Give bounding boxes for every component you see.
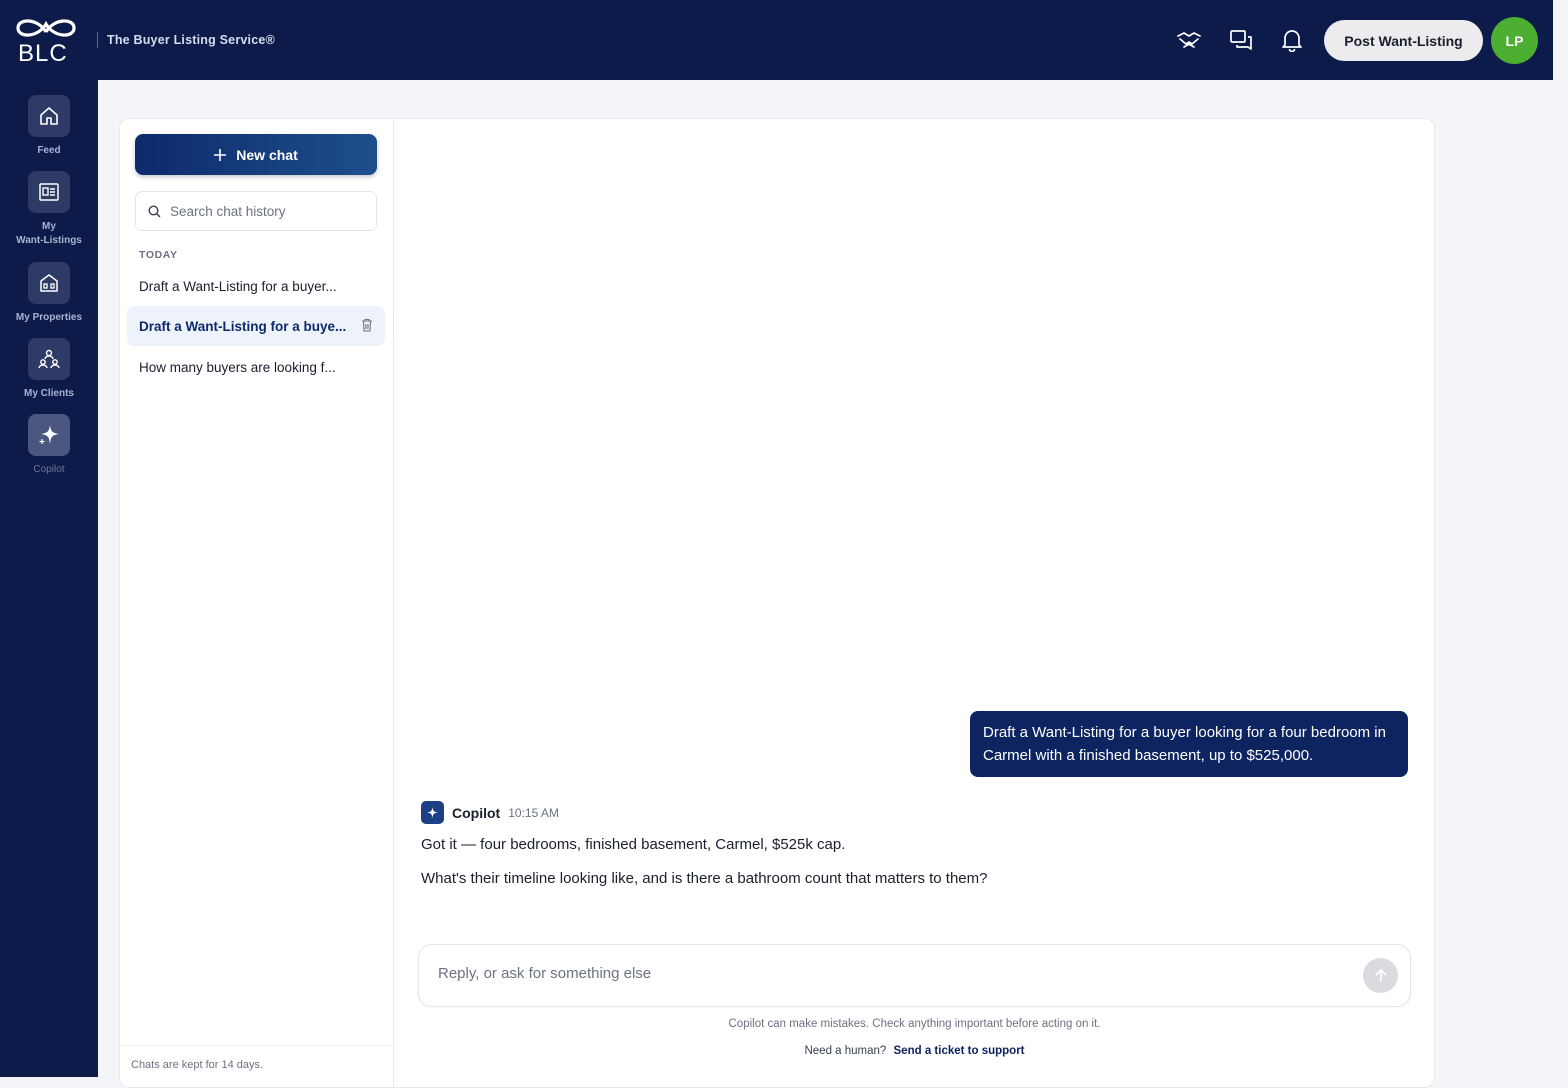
new-chat-label: New chat [236,146,298,163]
user-message-bubble: Draft a Want-Listing for a buyer looking… [970,711,1408,777]
nav-label: My Clients [23,388,74,399]
nav-my-want-listings[interactable]: My Want-Listings [0,171,98,248]
chat-search-box[interactable] [135,191,377,231]
send-button[interactable] [1363,958,1398,993]
copilot-panel: New chat TODAY Draft a Want-Listing for … [119,118,1435,1088]
support-line: Need a human? Send a ticket to support [418,1045,1411,1057]
reply-input[interactable] [438,965,1338,982]
search-icon [148,204,161,217]
reply-box[interactable] [418,944,1411,1007]
nav-label: My Want-Listings [16,221,82,246]
plus-icon [214,148,227,161]
nav-my-clients[interactable]: My Clients [0,338,98,401]
logo-text: BLC [18,40,68,67]
chat-history-title: How many buyers are looking f... [139,359,336,375]
chat-history-item[interactable]: Draft a Want-Listing for a buyer... [127,266,385,306]
user-avatar[interactable]: LP [1491,17,1538,64]
search-input[interactable] [170,203,360,219]
nav-label: Copilot [33,464,65,475]
clients-icon [28,338,70,380]
chat-history-item[interactable]: How many buyers are looking f... [127,347,385,387]
section-today: TODAY [139,249,178,261]
nav-my-properties[interactable]: My Properties [0,262,98,325]
retention-note: Chats are kept for 14 days. [120,1045,393,1087]
bot-message-line: What's their timeline looking like, and … [421,870,988,887]
chat-bubbles-icon[interactable] [1227,26,1255,54]
nav-label: My Properties [15,312,83,323]
chat-history-title: Draft a Want-Listing for a buyer... [139,278,337,294]
left-nav-rail: Feed My Want-Listings My Properties My C… [0,80,98,1077]
bot-message-header: Copilot 10:15 AM [421,801,559,824]
tagline: The Buyer Listing Service® [107,33,275,47]
chat-history-item-active[interactable]: Draft a Want-Listing for a buye... [127,306,385,346]
nav-feed[interactable]: Feed [0,95,98,158]
tagline-divider [97,32,98,48]
nav-copilot[interactable]: Copilot [0,414,98,477]
support-prefix: Need a human? [804,1045,887,1057]
copilot-sparkle-icon [421,801,444,824]
nav-label: Feed [37,145,61,156]
new-chat-button[interactable]: New chat [135,134,377,175]
arrow-up-icon [1375,969,1386,982]
post-want-listing-button[interactable]: Post Want-Listing [1324,20,1483,61]
handshake-icon[interactable] [1175,26,1203,54]
chat-history-sidebar: New chat TODAY Draft a Want-Listing for … [120,119,394,1087]
trash-icon[interactable] [361,318,373,332]
listing-card-icon [28,171,70,213]
bot-timestamp: 10:15 AM [508,805,559,820]
top-bar: BLC The Buyer Listing Service® Post Want… [0,0,1553,80]
bot-name: Copilot [452,804,501,821]
support-ticket-link[interactable]: Send a ticket to support [894,1045,1025,1057]
chat-history-title: Draft a Want-Listing for a buye... [139,318,347,334]
bell-icon[interactable] [1278,26,1306,54]
home-icon [28,95,70,137]
disclaimer-text: Copilot can make mistakes. Check anythin… [728,1018,1101,1030]
building-icon [28,262,70,304]
bot-message-line: Got it — four bedrooms, finished basemen… [421,836,846,853]
sparkle-icon [28,414,70,456]
